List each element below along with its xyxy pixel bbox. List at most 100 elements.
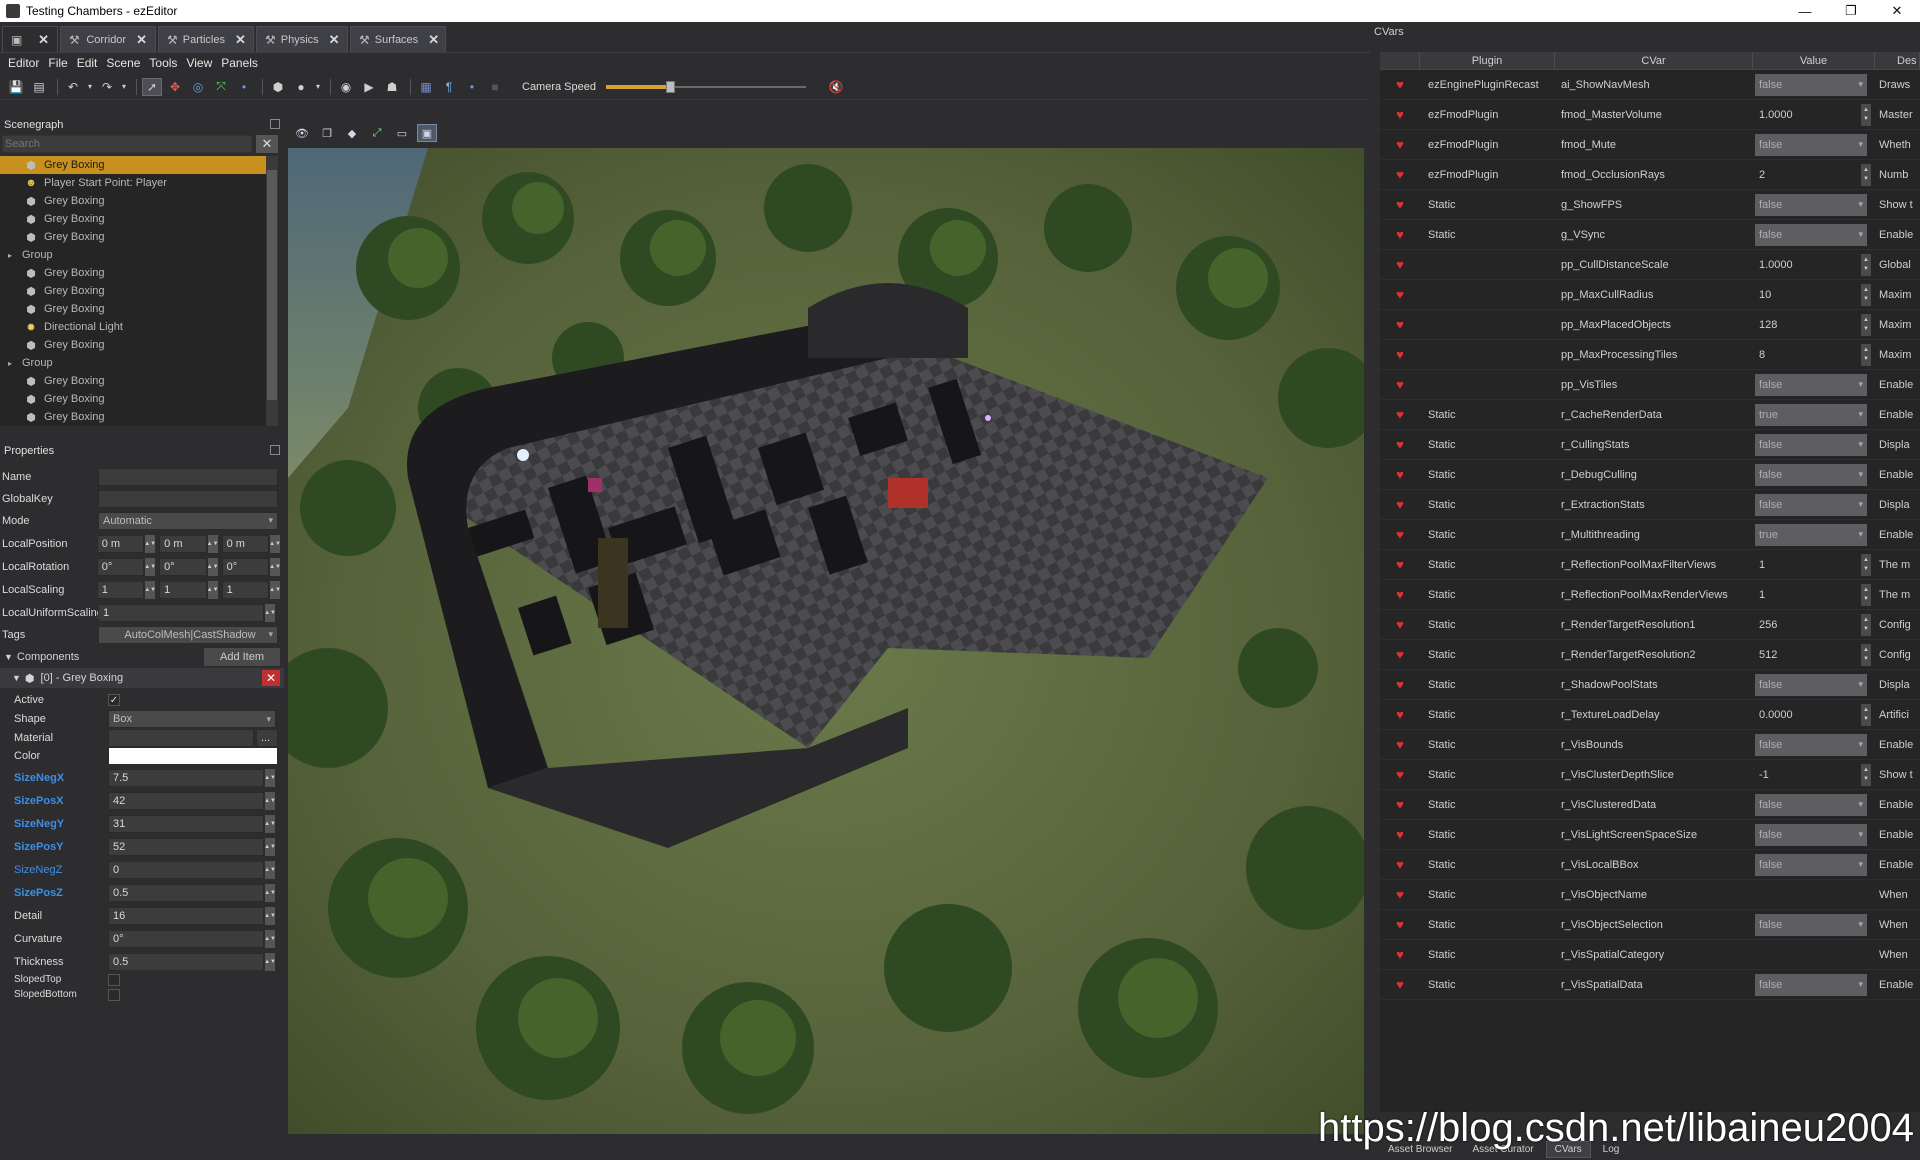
tab-close-icon[interactable]: ✕: [235, 32, 246, 48]
value-select[interactable]: false: [1755, 433, 1867, 456]
scene-viewport[interactable]: [288, 148, 1364, 1134]
favorite-heart-icon[interactable]: ♥: [1396, 797, 1404, 812]
spinner-icon[interactable]: ▲▼: [1861, 703, 1871, 726]
scaling-x-field[interactable]: 1: [96, 580, 145, 599]
tree-item[interactable]: ⬢ Grey Boxing: [0, 210, 266, 228]
plugin-column-header[interactable]: Plugin: [1420, 52, 1555, 69]
spinner-icon[interactable]: ▲▼: [264, 768, 276, 787]
simulate-icon[interactable]: ▶: [359, 78, 379, 96]
favorite-heart-icon[interactable]: ♥: [1396, 737, 1404, 752]
value-select[interactable]: false: [1755, 673, 1867, 696]
tags-select[interactable]: AutoColMesh|CastShadow: [98, 625, 278, 644]
undo-dropdown-icon[interactable]: ▾: [86, 78, 94, 96]
cvar-row[interactable]: ♥ ezEnginePluginRecast ai_ShowNavMesh false…: [1380, 70, 1920, 100]
spinner-icon[interactable]: ▲▼: [269, 580, 281, 599]
value-field[interactable]: 128: [1755, 313, 1859, 336]
cvar-row[interactable]: ♥ pp_MaxPlacedObjects 128 ▲ ▼ Maxim: [1380, 310, 1920, 340]
position-z-field[interactable]: 0 m: [221, 534, 270, 553]
favorite-heart-icon[interactable]: ♥: [1396, 347, 1404, 362]
value-select[interactable]: false: [1755, 223, 1867, 246]
cvar-row[interactable]: ♥ Static r_RenderTargetResolution1 256 ▲ ▼ Con…: [1380, 610, 1920, 640]
value-select[interactable]: false: [1755, 373, 1867, 396]
favorite-heart-icon[interactable]: ♥: [1396, 107, 1404, 122]
favorite-heart-icon[interactable]: ♥: [1396, 647, 1404, 662]
spinner-icon[interactable]: ▲▼: [1861, 343, 1871, 366]
spinner-icon[interactable]: ▲▼: [264, 603, 276, 622]
description-column-header[interactable]: Des: [1875, 52, 1920, 69]
favorite-heart-icon[interactable]: ♥: [1396, 977, 1404, 992]
scrollbar-thumb[interactable]: [267, 170, 277, 400]
tab-physics[interactable]: ⚒ Physics ✕: [256, 26, 348, 52]
favorite-heart-icon[interactable]: ♥: [1396, 857, 1404, 872]
cvar-row[interactable]: ♥ Static r_DebugCulling false Enable: [1380, 460, 1920, 490]
cvar-row[interactable]: ♥ pp_MaxProcessingTiles 8 ▲ ▼ Maxim: [1380, 340, 1920, 370]
spinner-icon[interactable]: ▲▼: [1861, 553, 1871, 576]
favorite-heart-icon[interactable]: ♥: [1396, 527, 1404, 542]
value-select[interactable]: false: [1755, 913, 1867, 936]
sizeposy-field[interactable]: 52: [108, 837, 264, 856]
spinner-icon[interactable]: ▲▼: [264, 791, 276, 810]
cvar-row[interactable]: ♥ Static r_VisObjectSelection false When: [1380, 910, 1920, 940]
create-object-icon[interactable]: ⬢: [268, 78, 288, 96]
favorite-heart-icon[interactable]: ♥: [1396, 467, 1404, 482]
spinner-icon[interactable]: ▲▼: [1861, 103, 1871, 126]
color-swatch[interactable]: [108, 747, 278, 765]
favorite-heart-icon[interactable]: ♥: [1396, 557, 1404, 572]
shape-select[interactable]: Box: [108, 710, 276, 728]
drag-to-position-icon[interactable]: •: [234, 78, 254, 96]
play-icon[interactable]: ◉: [336, 78, 356, 96]
cvar-row[interactable]: ♥ ezFmodPlugin fmod_OcclusionRays 2 ▲ ▼ Numb: [1380, 160, 1920, 190]
spinner-icon[interactable]: ▲▼: [207, 557, 219, 576]
search-input[interactable]: [2, 135, 252, 153]
cvar-row[interactable]: ♥ Static r_VisClusteredData false Enable: [1380, 790, 1920, 820]
favorite-heart-icon[interactable]: ♥: [1396, 227, 1404, 242]
value-column-header[interactable]: Value: [1753, 52, 1875, 69]
spinner-icon[interactable]: ▲▼: [1861, 283, 1871, 306]
favorite-heart-icon[interactable]: ♥: [1396, 437, 1404, 452]
close-button[interactable]: ✕: [1874, 0, 1920, 22]
spinner-icon[interactable]: ▲▼: [144, 557, 156, 576]
scale-gizmo-icon[interactable]: ⤧: [211, 78, 231, 96]
spinner-icon[interactable]: ▲▼: [1861, 613, 1871, 636]
value-select[interactable]: true: [1755, 403, 1867, 426]
tree-item[interactable]: ▸ Group: [0, 246, 266, 264]
favorite-heart-icon[interactable]: ♥: [1396, 317, 1404, 332]
value-field[interactable]: 0.0000: [1755, 703, 1859, 726]
value-select[interactable]: false: [1755, 493, 1867, 516]
speaker-mute-icon[interactable]: 🔇: [826, 78, 846, 96]
name-field[interactable]: [98, 467, 278, 486]
favorite-heart-icon[interactable]: ♥: [1396, 137, 1404, 152]
value-select[interactable]: false: [1755, 463, 1867, 486]
favorite-heart-icon[interactable]: ♥: [1396, 497, 1404, 512]
dropdown-icon[interactable]: ▾: [314, 78, 322, 96]
cvar-row[interactable]: ♥ ezFmodPlugin fmod_Mute false Wheth: [1380, 130, 1920, 160]
favorite-heart-icon[interactable]: ♥: [1396, 677, 1404, 692]
components-header[interactable]: ▼ Components Add Item: [0, 647, 284, 667]
value-select[interactable]: false: [1755, 823, 1867, 846]
tree-item[interactable]: ⬢ Grey Boxing: [0, 336, 266, 354]
cvar-row[interactable]: ♥ Static r_VisLocalBBox false Enable: [1380, 850, 1920, 880]
tree-item[interactable]: ⬢ Grey Boxing: [0, 264, 266, 282]
favorite-heart-icon[interactable]: ♥: [1396, 287, 1404, 302]
sphere-icon[interactable]: ●: [291, 78, 311, 96]
minimize-button[interactable]: —: [1782, 0, 1828, 22]
expand-arrow-icon[interactable]: ▸: [8, 359, 18, 368]
tab-surfaces[interactable]: ⚒ Surfaces ✕: [350, 26, 446, 52]
sizenegx-field[interactable]: 7.5: [108, 768, 264, 787]
tree-item[interactable]: ✹ Directional Light: [0, 318, 266, 336]
component-grey-boxing[interactable]: ▼ ⬢ [0] - Grey Boxing ✕: [0, 668, 284, 688]
scaling-y-field[interactable]: 1: [159, 580, 207, 599]
spinner-icon[interactable]: ▲▼: [144, 534, 156, 553]
material-browse-button[interactable]: ...: [256, 729, 278, 747]
value-select[interactable]: false: [1755, 973, 1867, 996]
layers-icon[interactable]: ❐: [317, 124, 337, 142]
tab-close-icon[interactable]: ✕: [329, 32, 340, 48]
slopedbottom-checkbox[interactable]: [108, 988, 120, 1001]
favorite-heart-icon[interactable]: ♥: [1396, 707, 1404, 722]
sizenegz-field[interactable]: 0: [108, 860, 264, 879]
favorite-heart-icon[interactable]: ♥: [1396, 917, 1404, 932]
cvar-row[interactable]: ♥ Static r_ShadowPoolStats false Displa: [1380, 670, 1920, 700]
menu-panels[interactable]: Panels: [221, 56, 258, 70]
value-field[interactable]: 1: [1755, 583, 1859, 606]
cvar-row[interactable]: ♥ Static r_VisClusterDepthSlice -1 ▲ ▼ Show t: [1380, 760, 1920, 790]
